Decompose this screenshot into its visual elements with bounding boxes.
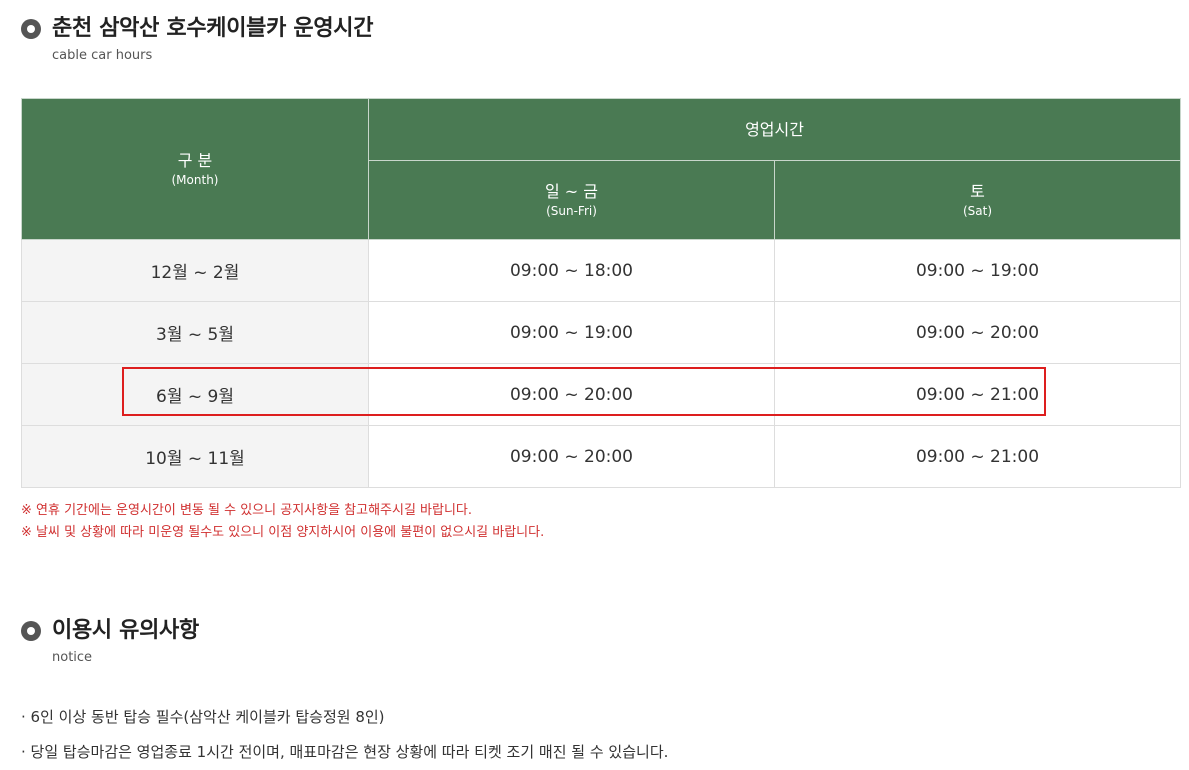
row-weekday-hours: 09:00 ~ 19:00 <box>368 301 775 364</box>
table-row: 3월 ~ 5월 09:00 ~ 19:00 09:00 ~ 20:00 <box>21 301 1182 364</box>
notice-list: 6인 이상 동반 탑승 필수(삼악산 케이블카 탑승정원 8인) 당일 탑승마감… <box>21 700 669 770</box>
hours-section-header: 춘천 삼악산 호수케이블카 운영시간 cable car hours <box>21 14 373 64</box>
header-saturday-en: (Sat) <box>962 204 993 218</box>
row-month: 10월 ~ 11월 <box>21 425 369 488</box>
header-weekday-en: (Sun-Fri) <box>546 204 597 218</box>
hours-section-title: 춘천 삼악산 호수케이블카 운영시간 <box>52 16 374 41</box>
row-month: 3월 ~ 5월 <box>21 301 369 364</box>
row-weekday-hours: 09:00 ~ 18:00 <box>368 239 775 302</box>
header-saturday-ko: 토 <box>970 182 985 201</box>
notice-section-header: 이용시 유의사항 notice <box>21 616 199 666</box>
hours-section-subtitle: cable car hours <box>52 48 153 63</box>
row-saturday-hours: 09:00 ~ 21:00 <box>773 425 1182 488</box>
table-row: 10월 ~ 11월 09:00 ~ 20:00 09:00 ~ 21:00 <box>21 425 1182 488</box>
header-hours-ko: 영업시간 <box>745 119 804 139</box>
table-row: 12월 ~ 2월 09:00 ~ 18:00 09:00 ~ 19:00 <box>21 239 1182 302</box>
header-category-ko: 구 분 <box>177 151 213 170</box>
row-month: 6월 ~ 9월 <box>21 363 369 426</box>
note-line: ※ 연휴 기간에는 운영시간이 변동 될 수 있으니 공지사항을 참고해주시길 … <box>21 503 473 518</box>
row-saturday-hours: 09:00 ~ 20:00 <box>773 301 1182 364</box>
notice-section-subtitle: notice <box>52 650 93 665</box>
list-item: 6인 이상 동반 탑승 필수(삼악산 케이블카 탑승정원 8인) <box>21 700 668 735</box>
header-category-en: (Month) <box>171 173 219 187</box>
notice-section-title: 이용시 유의사항 <box>52 618 199 643</box>
row-month: 12월 ~ 2월 <box>21 239 369 302</box>
note-line: ※ 날씨 및 상황에 따라 미운영 될수도 있으니 이점 양지하시어 이용에 불… <box>21 525 545 540</box>
row-weekday-hours: 09:00 ~ 20:00 <box>368 363 775 426</box>
bullet-circle-icon <box>21 19 41 39</box>
bullet-circle-icon <box>21 621 41 641</box>
list-item: 당일 탑승마감은 영업종료 1시간 전이며, 매표마감은 현장 상황에 따라 티… <box>21 735 669 770</box>
header-weekday: 일 ~ 금 (Sun-Fri) <box>368 160 775 240</box>
notes: ※ 연휴 기간에는 운영시간이 변동 될 수 있으니 공지사항을 참고해주시길 … <box>21 500 544 544</box>
row-weekday-hours: 09:00 ~ 20:00 <box>368 425 775 488</box>
table-row: 6월 ~ 9월 09:00 ~ 20:00 09:00 ~ 21:00 <box>21 363 1182 426</box>
row-saturday-hours: 09:00 ~ 19:00 <box>773 239 1182 302</box>
header-category: 구 분 (Month) <box>21 98 369 240</box>
row-saturday-hours: 09:00 ~ 21:00 <box>773 363 1182 426</box>
header-saturday: 토 (Sat) <box>773 160 1182 240</box>
header-hours: 영업시간 <box>367 98 1182 161</box>
operating-hours-table: 구 분 (Month) 영업시간 일 ~ 금 (Sun-Fri) 토 (Sat)… <box>21 98 1182 488</box>
header-weekday-ko: 일 ~ 금 <box>544 182 599 201</box>
